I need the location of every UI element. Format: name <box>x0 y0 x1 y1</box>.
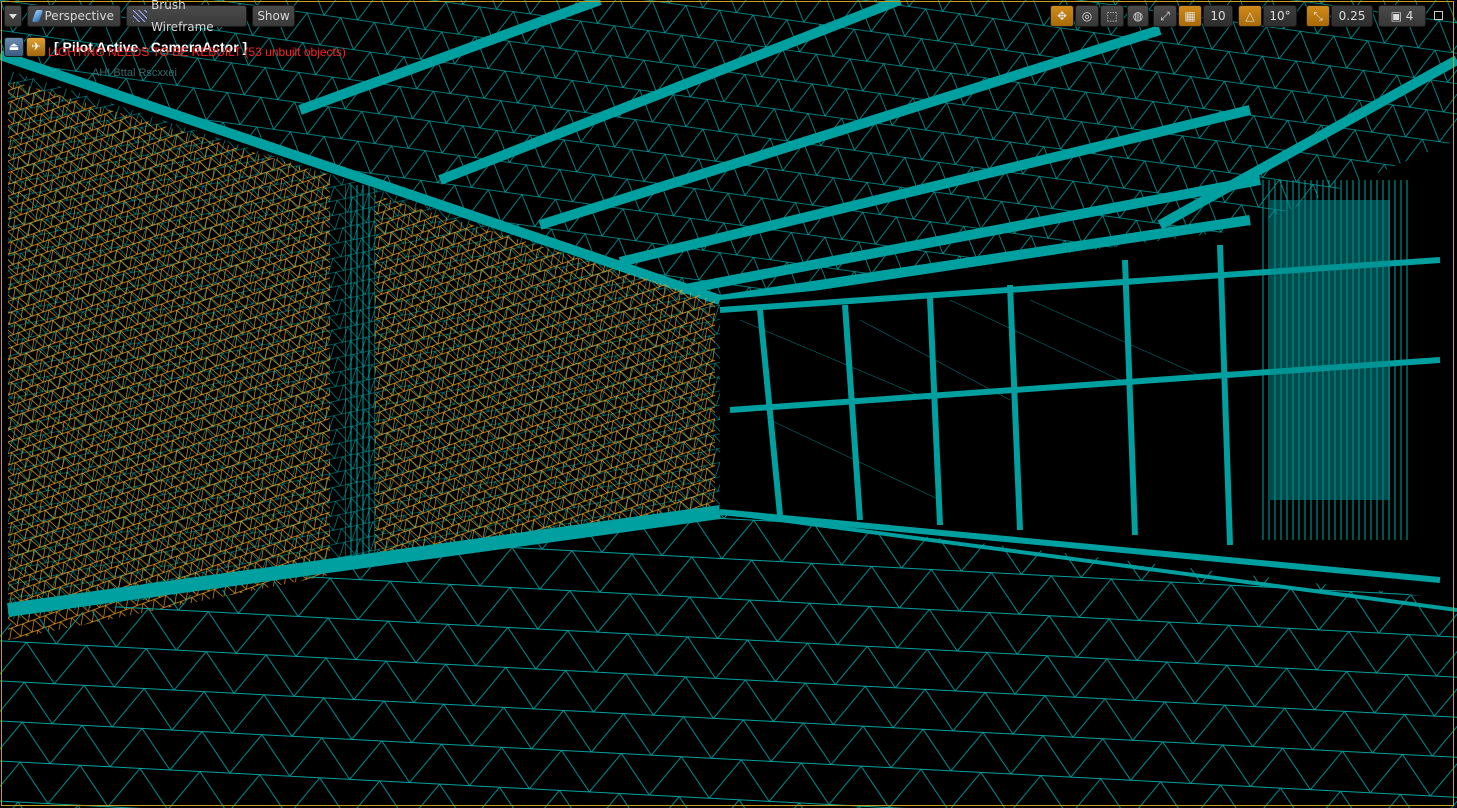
surface-snap-button[interactable]: ⤢ <box>1153 5 1177 27</box>
grid-icon: ▦ <box>1184 9 1196 23</box>
maximize-viewport-icon[interactable] <box>1434 11 1443 20</box>
show-button[interactable]: Show <box>252 5 295 27</box>
scale-snap-toggle[interactable]: ⤡ <box>1306 5 1330 27</box>
rotate-icon: ◎ <box>1081 9 1093 23</box>
rotation-snap-value[interactable]: 10° <box>1263 5 1297 27</box>
wireframe-icon <box>133 10 148 22</box>
scale-icon: ⬚ <box>1106 9 1118 23</box>
perspective-button[interactable]: Perspective <box>27 5 121 27</box>
ghost-overlay-text: AHI Bttal Rscxxei <box>92 67 177 79</box>
grid-snap-value[interactable]: 10 <box>1203 5 1233 27</box>
view-mode-label: Brush Wireframe <box>151 0 214 34</box>
translate-mode-button[interactable]: ✥ <box>1050 5 1074 27</box>
coordinate-system-button[interactable]: ◍ <box>1127 5 1149 27</box>
chevron-down-icon <box>9 13 17 19</box>
angle-icon: △ <box>1245 9 1255 23</box>
scale-snap-value[interactable]: 0.25 <box>1331 5 1373 27</box>
show-label: Show <box>257 9 290 23</box>
lighting-rebuild-warning: LIGHTING NEEDS TO BE REBUILT (53 unbuilt… <box>48 45 346 59</box>
left-wall-panel-a <box>8 80 330 640</box>
camera-speed-button[interactable]: ▣ 4 <box>1378 5 1426 27</box>
level-viewport[interactable]: Perspective Brush Wireframe Show ✥ ◎ ⬚ ◍… <box>0 0 1457 808</box>
perspective-icon <box>31 10 43 22</box>
viewport-options-button[interactable] <box>4 5 22 27</box>
camera-icon: ▣ <box>1390 9 1402 23</box>
surface-snap-icon: ⤢ <box>1160 9 1170 23</box>
scale-snap-icon: ⤡ <box>1313 9 1323 23</box>
translate-icon: ✥ <box>1056 9 1068 23</box>
perspective-label: Perspective <box>44 9 115 23</box>
grid-snap-toggle[interactable]: ▦ <box>1178 5 1202 27</box>
camera-pilot-icon: ✈ <box>31 41 41 53</box>
rotate-mode-button[interactable]: ◎ <box>1075 5 1099 27</box>
view-mode-button[interactable]: Brush Wireframe <box>126 0 247 34</box>
scale-mode-button[interactable]: ⬚ <box>1100 5 1124 27</box>
wireframe-scene[interactable] <box>0 0 1457 808</box>
left-wall-pillar <box>345 185 375 565</box>
eject-pilot-button[interactable]: ⏏ <box>4 37 24 57</box>
globe-icon: ◍ <box>1132 9 1144 23</box>
rotation-snap-toggle[interactable]: △ <box>1238 5 1262 27</box>
pilot-camera-button[interactable]: ✈ <box>26 37 46 57</box>
eject-icon: ⏏ <box>8 41 20 53</box>
